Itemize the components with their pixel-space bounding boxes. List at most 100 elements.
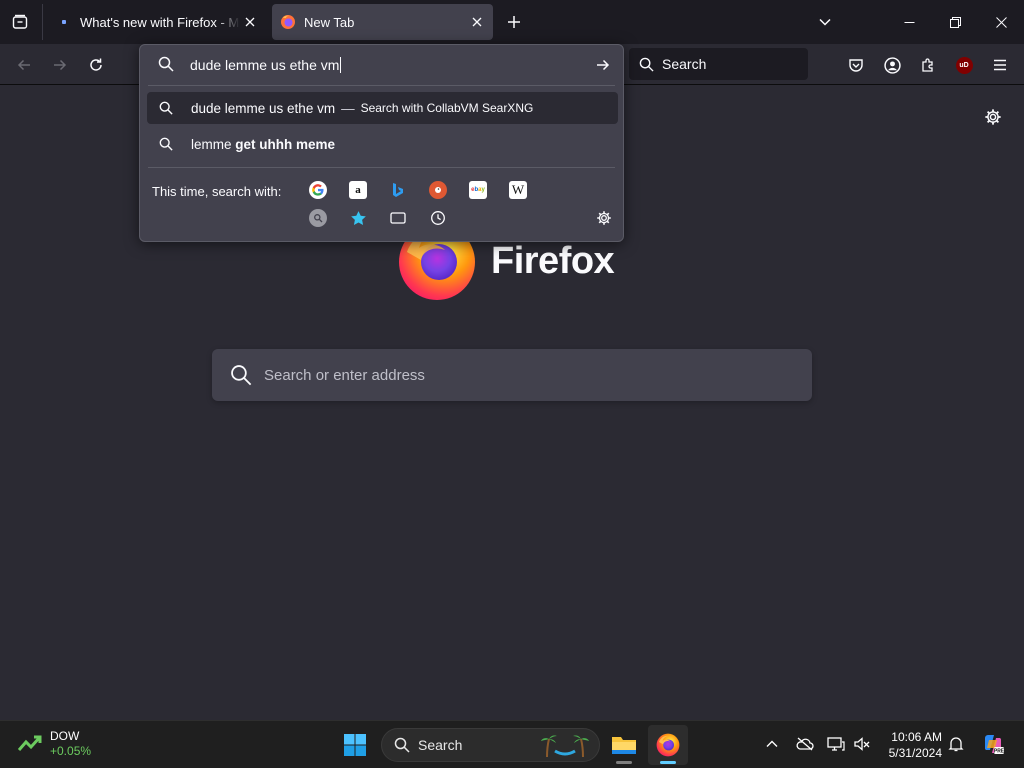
active-indicator [660, 761, 676, 764]
windows-taskbar: DOW +0.05% Search 10:06 AM 5/31/2024 PRE [0, 720, 1024, 768]
search-icon [230, 364, 252, 386]
reload-icon [90, 58, 102, 71]
tab-new-tab[interactable]: New Tab [272, 4, 493, 40]
search-settings-button[interactable] [595, 209, 613, 227]
extensions-button[interactable] [915, 52, 941, 78]
urlbar-text[interactable]: dude lemme us ethe vm [190, 57, 342, 73]
notifications-button[interactable] [946, 734, 966, 754]
suggestion-separator: — [341, 100, 355, 116]
stock-change: +0.05% [50, 744, 92, 758]
back-button[interactable] [11, 52, 37, 78]
chevron-down-icon [819, 18, 831, 26]
volume-muted-icon [854, 737, 870, 751]
searxng-icon[interactable] [309, 209, 327, 227]
gear-icon [985, 109, 1001, 125]
urlbar-popup: dude lemme us ethe vm dude lemme us ethe… [139, 44, 624, 242]
urlbar-input[interactable]: dude lemme us ethe vm [140, 45, 623, 85]
firefox-icon [656, 733, 680, 757]
show-hidden-icons-button[interactable] [762, 734, 782, 754]
divider [148, 167, 615, 168]
stock-widget[interactable]: DOW +0.05% [18, 729, 91, 759]
wikipedia-icon[interactable]: W [509, 181, 527, 199]
restore-icon [949, 16, 961, 28]
firefox-wordmark: Firefox [491, 240, 615, 282]
search-suggestion-row[interactable]: dude lemme us ethe vm — Search with Coll… [147, 92, 618, 124]
volume-button[interactable] [852, 734, 872, 754]
chevron-up-icon [766, 740, 778, 747]
minimize-button[interactable] [886, 0, 932, 44]
new-tab-button[interactable] [503, 11, 525, 33]
bookmarks-icon[interactable] [349, 209, 367, 227]
forward-arrow-icon [54, 59, 67, 71]
newtab-search-input[interactable]: Search or enter address [212, 349, 812, 401]
svg-text:PRE: PRE [994, 749, 1005, 755]
tab-whats-new[interactable]: What's new with Firefox - More [48, 4, 266, 40]
google-icon[interactable] [309, 181, 327, 199]
cloud-offline-icon [796, 737, 814, 751]
go-button[interactable] [593, 55, 613, 75]
ebay-icon[interactable]: ebay [469, 181, 487, 199]
amazon-icon[interactable]: a [349, 181, 367, 199]
firefox-favicon-icon [280, 14, 296, 30]
bell-icon [948, 737, 964, 752]
personalize-button[interactable] [982, 106, 1004, 128]
hamburger-menu-icon [994, 59, 1006, 71]
tab-separator [42, 4, 43, 40]
folder-icon [612, 737, 636, 754]
clock-time: 10:06 AM [891, 730, 942, 744]
pocket-button[interactable] [843, 52, 869, 78]
gear-icon [597, 211, 611, 225]
suggestion-text-bold: get uhhh meme [235, 136, 336, 152]
stock-name: DOW [50, 729, 80, 743]
network-icon [827, 737, 845, 751]
tab-close-icon[interactable] [240, 12, 260, 32]
tab-close-icon[interactable] [467, 12, 487, 32]
ublock-origin-button[interactable]: uD [951, 52, 977, 78]
onedrive-button[interactable] [795, 734, 815, 754]
puzzle-icon [922, 58, 933, 72]
taskbar-search-label: Search [418, 737, 463, 753]
newtab-search-placeholder: Search or enter address [264, 366, 425, 384]
beach-highlight-icon [541, 735, 589, 758]
app-menu-button[interactable] [987, 52, 1013, 78]
search-suggestion-row[interactable]: lemme get uhhh meme [147, 128, 618, 160]
search-icon [159, 101, 175, 115]
plus-icon [508, 16, 520, 28]
search-bar[interactable]: Search [629, 48, 808, 80]
firefox-taskbar-button[interactable] [648, 725, 688, 765]
duckduckgo-icon[interactable] [429, 181, 447, 199]
forward-button[interactable] [47, 52, 73, 78]
search-icon [394, 737, 410, 753]
copilot-button[interactable]: PRE [981, 732, 1005, 756]
reload-button[interactable] [83, 52, 109, 78]
search-icon [639, 57, 654, 72]
pocket-icon [849, 59, 863, 72]
list-all-tabs-button[interactable] [814, 11, 836, 33]
stock-trend-icon [18, 735, 42, 751]
file-explorer-button[interactable] [604, 725, 644, 765]
restore-button[interactable] [932, 0, 978, 44]
account-button[interactable] [879, 52, 905, 78]
tab-title: What's new with Firefox - More [80, 14, 240, 30]
mozilla-favicon-icon [56, 14, 72, 30]
firefox-view-button[interactable] [8, 10, 32, 34]
history-icon[interactable] [429, 209, 447, 227]
tab-strip: What's new with Firefox - More New Tab [0, 0, 1024, 44]
back-arrow-icon [17, 59, 30, 71]
suggestion-text: dude lemme us ethe vm [191, 100, 336, 116]
arrow-right-icon [597, 59, 610, 71]
clock[interactable]: 10:06 AM 5/31/2024 [882, 729, 942, 761]
divider [148, 85, 615, 86]
taskbar-search-box[interactable]: Search [381, 728, 600, 762]
search-bar-label: Search [662, 56, 707, 72]
clock-date: 5/31/2024 [888, 746, 942, 760]
search-icon [158, 56, 174, 72]
windows-start-icon[interactable] [343, 733, 367, 757]
close-window-button[interactable] [978, 0, 1024, 44]
firefox-view-icon [12, 14, 28, 29]
text-caret [340, 57, 342, 73]
network-button[interactable] [826, 734, 846, 754]
search-icon [159, 137, 175, 151]
bing-icon[interactable] [389, 181, 407, 199]
tabs-icon[interactable] [389, 209, 407, 227]
